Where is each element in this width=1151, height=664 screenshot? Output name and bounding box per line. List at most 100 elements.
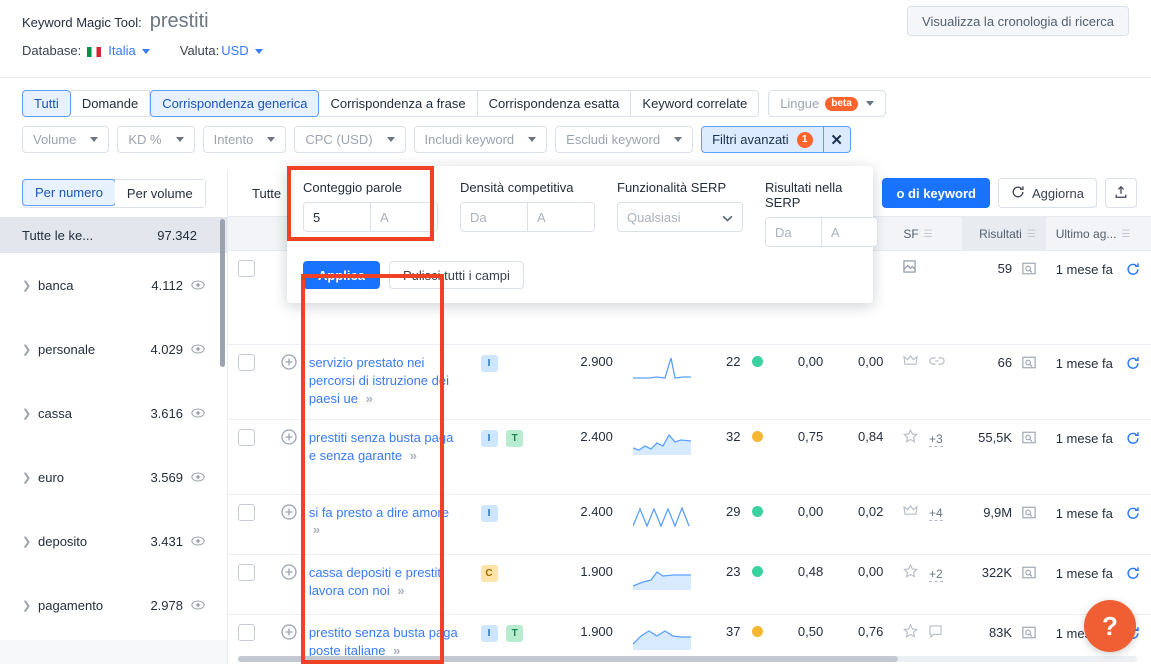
sidebar-item-euro[interactable]: ❯ euro 3.569 <box>0 445 227 509</box>
serp-preview-icon[interactable] <box>1022 432 1036 447</box>
keyword-link[interactable]: prestiti senza busta paga e senza garant… <box>309 430 454 463</box>
eye-icon[interactable] <box>191 598 205 612</box>
expand-chevrons-icon[interactable]: » <box>366 391 371 406</box>
sidebar-item-personale[interactable]: ❯ personale 4.029 <box>0 317 227 381</box>
search-history-button[interactable]: Visualizza la cronologia di ricerca <box>907 6 1129 36</box>
sort-icon[interactable]: ☰ <box>924 229 933 240</box>
filter-kd[interactable]: KD % <box>117 126 194 153</box>
sort-per-volume-button[interactable]: Per volume <box>115 180 205 207</box>
serp-preview-icon[interactable] <box>1022 263 1036 278</box>
tab-lingue[interactable]: Lingue beta <box>768 90 886 117</box>
serp-preview-icon[interactable] <box>1022 627 1036 642</box>
advanced-filters-button[interactable]: Filtri avanzati 1 <box>701 126 824 153</box>
filter-intento[interactable]: Intento <box>203 126 287 153</box>
row-checkbox[interactable] <box>238 354 255 371</box>
row-refresh-icon[interactable] <box>1126 358 1140 373</box>
tab-keyword-correlate[interactable]: Keyword correlate <box>631 90 759 117</box>
crown-icon[interactable] <box>903 355 918 370</box>
currency-selector[interactable]: Valuta: USD <box>180 43 263 58</box>
serp-results-to-input[interactable] <box>822 218 877 246</box>
serp-preview-icon[interactable] <box>1022 357 1036 372</box>
filter-includi-keyword[interactable]: Includi keyword <box>414 126 548 153</box>
crown-icon[interactable] <box>903 505 918 520</box>
expand-chevrons-icon[interactable]: » <box>397 583 402 598</box>
apply-button[interactable]: Applica <box>303 261 380 289</box>
export-button[interactable] <box>1105 178 1137 208</box>
row-checkbox[interactable] <box>238 260 255 277</box>
update-button[interactable]: Aggiorna <box>998 178 1097 208</box>
th-results[interactable]: Risultati☰ <box>962 217 1046 251</box>
keyword-link[interactable]: servizio prestato nei percorsi di istruz… <box>309 355 449 406</box>
tab-corrispondenza-generica[interactable]: Corrispondenza generica <box>150 90 319 117</box>
competitive-density-to-input[interactable] <box>528 203 594 231</box>
row-refresh-icon[interactable] <box>1126 568 1140 583</box>
add-keyword-icon[interactable] <box>281 429 297 445</box>
competitive-density-from-input[interactable] <box>461 203 527 231</box>
row-checkbox[interactable] <box>238 504 255 521</box>
intent-tag-transactional[interactable]: T <box>506 430 523 447</box>
serp-preview-icon[interactable] <box>1022 507 1036 522</box>
row-checkbox[interactable] <box>238 429 255 446</box>
comment-feature-icon[interactable] <box>929 626 942 641</box>
sidebar-item-deposito[interactable]: ❯ deposito 3.431 <box>0 509 227 573</box>
sf-more-count[interactable]: +3 <box>929 432 943 447</box>
serp-results-from-input[interactable] <box>766 218 821 246</box>
row-checkbox[interactable] <box>238 624 255 641</box>
serp-preview-icon[interactable] <box>1022 567 1036 582</box>
filter-cpc[interactable]: CPC (USD) <box>294 126 405 153</box>
eye-icon[interactable] <box>191 406 205 420</box>
table-row[interactable]: cassa depositi e prestiti lavora con noi… <box>228 555 1151 615</box>
star-icon[interactable] <box>903 431 918 446</box>
sidebar-scrollbar-thumb[interactable] <box>220 219 225 367</box>
add-to-keyword-list-button[interactable]: o di keyword <box>882 178 989 208</box>
sidebar-item-cassa[interactable]: ❯ cassa 3.616 <box>0 381 227 445</box>
row-refresh-icon[interactable] <box>1126 433 1140 448</box>
add-keyword-icon[interactable] <box>281 354 297 370</box>
word-count-from-input[interactable] <box>304 203 370 231</box>
intent-tag-informational[interactable]: I <box>481 355 498 372</box>
th-last-updated[interactable]: Ultimo ag...☰ <box>1046 217 1151 251</box>
sort-icon[interactable]: ☰ <box>1121 229 1130 240</box>
row-checkbox[interactable] <box>238 564 255 581</box>
add-keyword-icon[interactable] <box>281 624 297 640</box>
word-count-to-input[interactable] <box>371 203 437 231</box>
sf-more-count[interactable]: +4 <box>929 506 943 521</box>
intent-tag-informational[interactable]: I <box>481 430 498 447</box>
tab-tutti[interactable]: Tutti <box>22 90 71 117</box>
star-icon[interactable] <box>903 566 918 581</box>
sort-per-numero-button[interactable]: Per numero <box>22 179 116 206</box>
sidebar-item-pagamento[interactable]: ❯ pagamento 2.978 <box>0 573 227 637</box>
table-scrollbar-thumb[interactable] <box>238 656 898 662</box>
add-keyword-icon[interactable] <box>281 504 297 520</box>
intent-tag-informational[interactable]: I <box>481 625 498 642</box>
table-row[interactable]: prestiti senza busta paga e senza garant… <box>228 420 1151 495</box>
tab-corrispondenza-a-frase[interactable]: Corrispondenza a frase <box>319 90 477 117</box>
intent-tag-informational[interactable]: I <box>481 505 498 522</box>
keyword-link[interactable]: cassa depositi e prestiti lavora con noi <box>309 565 444 598</box>
tab-domande[interactable]: Domande <box>71 90 150 117</box>
eye-icon[interactable] <box>191 534 205 548</box>
table-row[interactable]: servizio prestato nei percorsi di istruz… <box>228 345 1151 420</box>
table-row[interactable]: si fa presto a dire amore » I 2.400 29 0… <box>228 495 1151 555</box>
database-selector[interactable]: Database: Italia <box>22 43 150 58</box>
th-sf[interactable]: SF☰ <box>893 217 962 251</box>
sort-icon[interactable]: ☰ <box>1027 229 1036 240</box>
link-icon[interactable] <box>929 355 945 370</box>
eye-icon[interactable] <box>191 342 205 356</box>
tab-corrispondenza-esatta[interactable]: Corrispondenza esatta <box>478 90 632 117</box>
sf-more-count[interactable]: +2 <box>929 567 943 582</box>
star-icon[interactable] <box>903 626 918 641</box>
expand-chevrons-icon[interactable]: » <box>313 522 318 537</box>
eye-icon[interactable] <box>191 278 205 292</box>
serp-features-select[interactable]: Qualsiasi <box>617 202 743 232</box>
filter-volume[interactable]: Volume <box>22 126 109 153</box>
intent-tag-commercial[interactable]: C <box>481 565 498 582</box>
sidebar-item-all-keywords[interactable]: Tutte le ke... 97.342 <box>0 217 227 253</box>
row-refresh-icon[interactable] <box>1126 264 1140 279</box>
add-keyword-icon[interactable] <box>281 564 297 580</box>
keyword-link[interactable]: si fa presto a dire amore <box>309 505 449 520</box>
clear-filters-close-icon[interactable]: ✕ <box>824 126 851 153</box>
image-feature-icon[interactable] <box>903 261 916 276</box>
expand-chevrons-icon[interactable]: » <box>410 448 415 463</box>
sidebar-item-banca[interactable]: ❯ banca 4.112 <box>0 253 227 317</box>
